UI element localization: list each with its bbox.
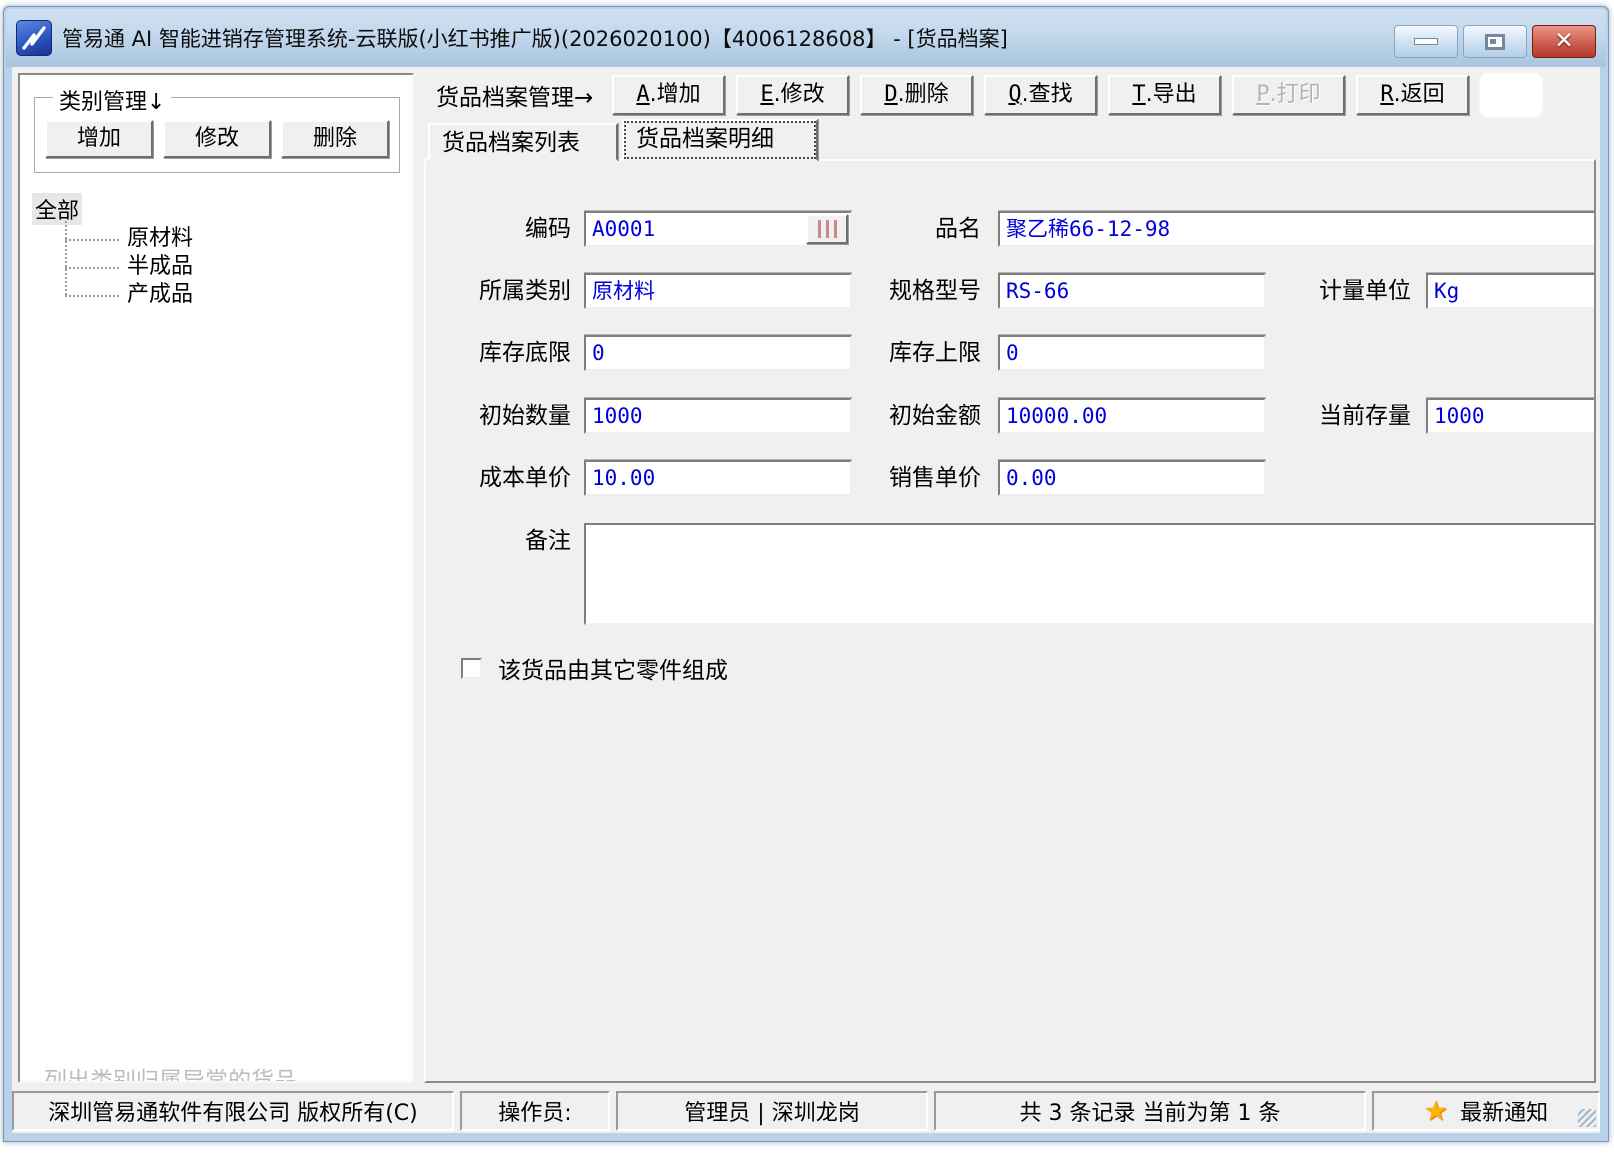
window-title: 管易通 AI 智能进销存管理系统-云联版(小红书推广版)(2026020100)… — [62, 23, 1008, 53]
tree-connector — [65, 239, 119, 241]
sale-price-input[interactable]: 0.00 — [998, 460, 1266, 496]
tree-node-all[interactable]: 全部 — [32, 193, 82, 225]
stock-min-label: 库存底限 — [441, 335, 571, 371]
toolbar-delete-button[interactable]: D.删除 — [860, 75, 973, 115]
cost-price-label: 成本单价 — [441, 460, 571, 496]
tree-node-semi-finished[interactable]: 半成品 — [65, 253, 193, 281]
unit-input[interactable]: Kg — [1426, 273, 1596, 309]
tree-node-raw-material[interactable]: 原材料 — [65, 225, 193, 253]
close-button[interactable]: ✕ — [1532, 25, 1596, 58]
category-delete-button[interactable]: 删除 — [281, 120, 389, 158]
toolbar-return-button[interactable]: R.返回 — [1356, 75, 1469, 115]
init-amount-input[interactable]: 10000.00 — [998, 398, 1266, 434]
category-edit-button[interactable]: 修改 — [163, 120, 271, 158]
toolbar-add-button[interactable]: A.增加 — [612, 75, 725, 115]
code-picker-button[interactable] — [806, 214, 848, 244]
category-label: 所属类别 — [441, 273, 571, 309]
minimize-button[interactable] — [1394, 25, 1458, 58]
notice-label: 最新通知 — [1460, 1095, 1548, 1127]
category-panel: 类别管理↓ 增加 修改 删除 全部 原材料 半成品 — [18, 73, 414, 1083]
init-qty-label: 初始数量 — [441, 398, 571, 434]
app-icon — [16, 20, 52, 56]
toolbar: 货品档案管理→ A.增加 E.修改 D.删除 Q.查找 T.导出 P.打印 R.… — [424, 73, 1596, 117]
tree-connector — [65, 267, 119, 269]
abnormal-category-note[interactable]: 列出类别归属异常的货品 — [44, 1061, 297, 1083]
star-icon: ★ — [1424, 1096, 1448, 1127]
tabstrip: 货品档案列表 货品档案明细 — [428, 119, 1596, 159]
toolbar-print-button: P.打印 — [1232, 75, 1345, 115]
restore-icon — [1485, 34, 1505, 50]
toolbar-export-button[interactable]: T.导出 — [1108, 75, 1221, 115]
toolbar-find-button[interactable]: Q.查找 — [984, 75, 1097, 115]
maximize-button[interactable] — [1463, 25, 1527, 58]
close-icon: ✕ — [1554, 30, 1573, 53]
category-group-title: 类别管理↓ — [53, 84, 171, 116]
toolbar-label: 货品档案管理→ — [424, 78, 612, 112]
code-label: 编码 — [441, 211, 571, 247]
statusbar: 深圳管易通软件有限公司 版权所有(C) 操作员: 管理员 | 深圳龙岗 共 3 … — [12, 1091, 1600, 1131]
current-stock-label: 当前存量 — [1291, 398, 1411, 434]
client-area: 类别管理↓ 增加 修改 删除 全部 原材料 半成品 — [6, 67, 1606, 1139]
status-record-count: 共 3 条记录 当前为第 1 条 — [934, 1091, 1366, 1131]
unit-label: 计量单位 — [1291, 273, 1411, 309]
status-notice[interactable]: ★ 最新通知 — [1372, 1091, 1600, 1131]
init-qty-input[interactable]: 1000 — [584, 398, 852, 434]
stock-max-input[interactable]: 0 — [998, 335, 1266, 371]
name-label: 品名 — [861, 211, 981, 247]
spec-input[interactable]: RS-66 — [998, 273, 1266, 309]
status-copyright: 深圳管易通软件有限公司 版权所有(C) — [12, 1091, 454, 1131]
minimize-icon — [1414, 38, 1438, 45]
resize-grip-icon[interactable] — [1578, 1109, 1596, 1127]
current-stock-input[interactable]: 1000 — [1426, 398, 1596, 434]
remark-label: 备注 — [441, 523, 571, 559]
tree-node-finished[interactable]: 产成品 — [65, 281, 193, 309]
app-window: 管易通 AI 智能进销存管理系统-云联版(小红书推广版)(2026020100)… — [3, 6, 1609, 1142]
name-input[interactable]: 聚乙稀66-12-98 — [998, 211, 1596, 247]
category-management-group: 类别管理↓ 增加 修改 删除 — [34, 97, 400, 173]
tree-connector — [65, 295, 119, 297]
category-add-button[interactable]: 增加 — [45, 120, 153, 158]
goods-archive-area: 货品档案管理→ A.增加 E.修改 D.删除 Q.查找 T.导出 P.打印 R.… — [424, 67, 1596, 1083]
status-operator-value: 管理员 | 深圳龙岗 — [616, 1091, 928, 1131]
composed-of-parts-label: 该货品由其它零件组成 — [498, 651, 728, 685]
stock-max-label: 库存上限 — [861, 335, 981, 371]
tab-goods-list[interactable]: 货品档案列表 — [428, 123, 618, 161]
goods-detail-panel: 编码 A0001 品名 聚乙稀66-12-98 所属类别 原材料 规格型号 RS… — [424, 159, 1596, 1083]
sale-price-label: 销售单价 — [861, 460, 981, 496]
redacted-patch — [1480, 73, 1542, 117]
status-operator-label: 操作员: — [460, 1091, 610, 1131]
category-input[interactable]: 原材料 — [584, 273, 852, 309]
remark-input[interactable] — [584, 523, 1596, 625]
picker-bars-icon — [818, 220, 821, 238]
category-tree: 全部 原材料 半成品 产成品 — [32, 193, 193, 309]
composed-of-parts-checkbox[interactable] — [461, 658, 482, 679]
init-amount-label: 初始金额 — [861, 398, 981, 434]
spec-label: 规格型号 — [861, 273, 981, 309]
stock-min-input[interactable]: 0 — [584, 335, 852, 371]
toolbar-edit-button[interactable]: E.修改 — [736, 75, 849, 115]
titlebar[interactable]: 管易通 AI 智能进销存管理系统-云联版(小红书推广版)(2026020100)… — [6, 9, 1606, 67]
cost-price-input[interactable]: 10.00 — [584, 460, 852, 496]
tab-goods-detail[interactable]: 货品档案明细 — [622, 119, 818, 161]
